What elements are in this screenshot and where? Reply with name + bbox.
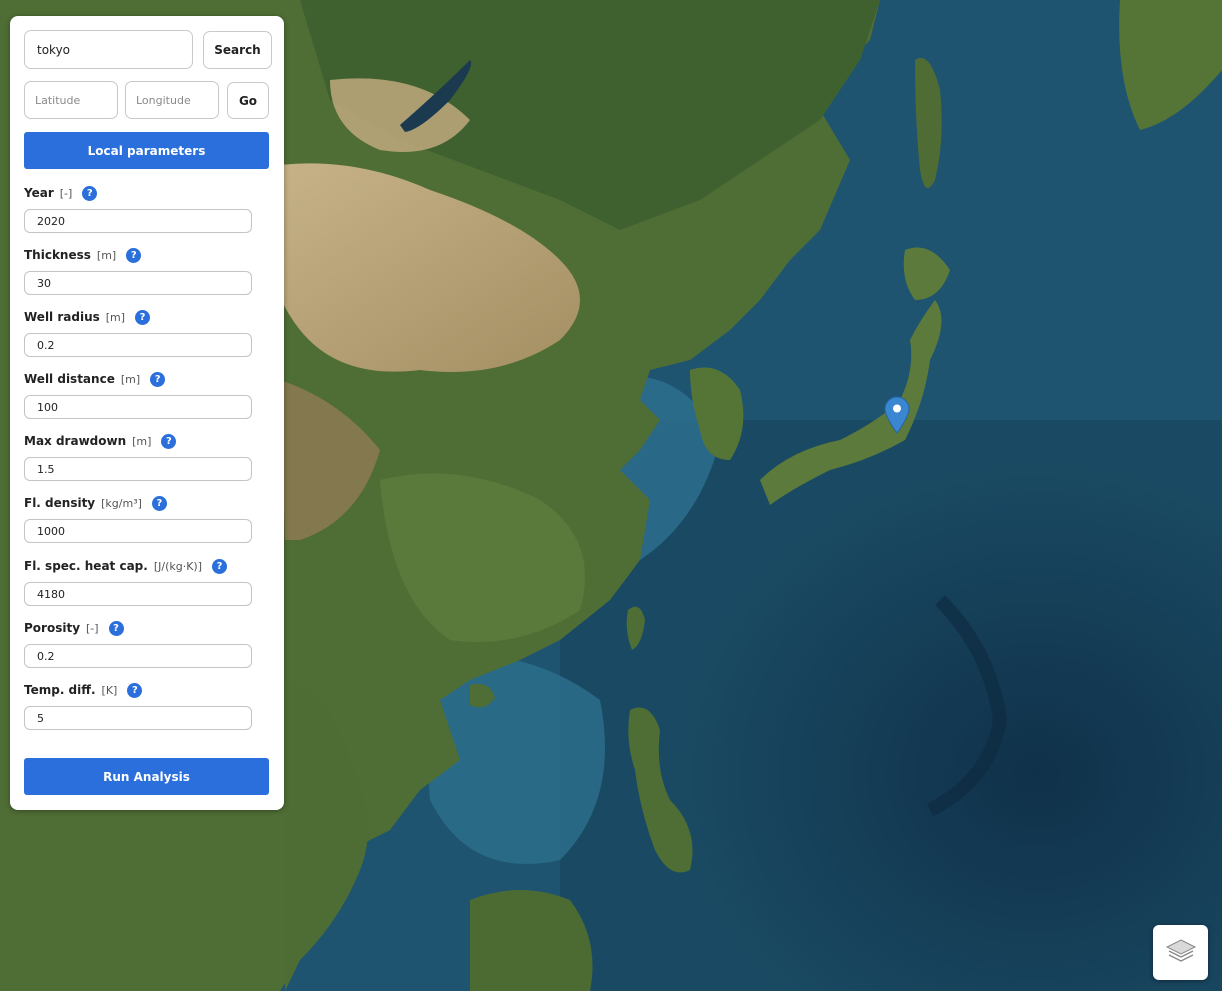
- layers-icon: [1164, 934, 1198, 972]
- year-input[interactable]: [24, 209, 252, 233]
- param-label: Temp. diff.: [24, 683, 96, 697]
- search-input[interactable]: [24, 30, 193, 69]
- help-icon[interactable]: ?: [82, 185, 98, 201]
- layers-control-button[interactable]: [1153, 925, 1208, 980]
- param-unit: [-]: [86, 621, 99, 635]
- param-unit: [m]: [132, 434, 152, 448]
- param-label: Porosity: [24, 621, 81, 635]
- latitude-input[interactable]: [24, 81, 118, 119]
- param-temp-diff: Temp. diff. [K] ?: [24, 682, 254, 730]
- param-unit: [J/(kg·K)]: [153, 559, 203, 573]
- max-drawdown-input[interactable]: [24, 457, 252, 481]
- search-button[interactable]: Search: [203, 31, 272, 69]
- param-unit: [K]: [101, 683, 118, 697]
- help-icon[interactable]: ?: [126, 247, 142, 263]
- well-distance-input[interactable]: [24, 395, 252, 419]
- go-button[interactable]: Go: [227, 82, 269, 119]
- param-label: Fl. density: [24, 496, 96, 510]
- param-label: Fl. spec. heat cap.: [24, 559, 148, 573]
- help-icon[interactable]: ?: [212, 558, 228, 574]
- param-well-radius: Well radius [m] ?: [24, 309, 254, 357]
- param-year: Year [-] ?: [24, 185, 254, 233]
- param-unit: [m]: [120, 372, 141, 386]
- map-marker-icon[interactable]: [884, 396, 910, 434]
- param-label: Well distance: [24, 372, 115, 386]
- param-label: Thickness: [24, 248, 91, 262]
- help-icon[interactable]: ?: [161, 433, 177, 449]
- param-fluid-heat-capacity: Fl. spec. heat cap. [J/(kg·K)] ?: [24, 558, 254, 606]
- help-icon[interactable]: ?: [127, 682, 143, 698]
- param-unit: [m]: [96, 248, 117, 262]
- param-label: Year: [24, 186, 54, 200]
- help-icon[interactable]: ?: [135, 309, 151, 325]
- param-unit: [m]: [105, 310, 126, 324]
- param-thickness: Thickness [m] ?: [24, 247, 254, 295]
- fluid-heat-capacity-input[interactable]: [24, 582, 252, 606]
- param-label: Max drawdown: [24, 434, 127, 448]
- control-panel: Search Go Local parameters Year [-] ? Th…: [10, 16, 284, 810]
- longitude-input[interactable]: [125, 81, 219, 119]
- local-parameters-button[interactable]: Local parameters: [24, 132, 269, 169]
- param-fluid-density: Fl. density [kg/m³] ?: [24, 495, 254, 543]
- help-icon[interactable]: ?: [150, 371, 166, 387]
- param-unit: [-]: [59, 186, 73, 200]
- well-radius-input[interactable]: [24, 333, 252, 357]
- run-analysis-button[interactable]: Run Analysis: [24, 758, 269, 795]
- param-well-distance: Well distance [m] ?: [24, 371, 254, 419]
- fluid-density-input[interactable]: [24, 519, 252, 543]
- temp-diff-input[interactable]: [24, 706, 252, 730]
- param-label: Well radius: [24, 310, 100, 324]
- param-max-drawdown: Max drawdown [m] ?: [24, 433, 254, 481]
- param-unit: [kg/m³]: [101, 496, 142, 510]
- thickness-input[interactable]: [24, 271, 252, 295]
- param-porosity: Porosity [-] ?: [24, 620, 254, 668]
- help-icon[interactable]: ?: [108, 620, 124, 636]
- porosity-input[interactable]: [24, 644, 252, 668]
- help-icon[interactable]: ?: [151, 495, 167, 511]
